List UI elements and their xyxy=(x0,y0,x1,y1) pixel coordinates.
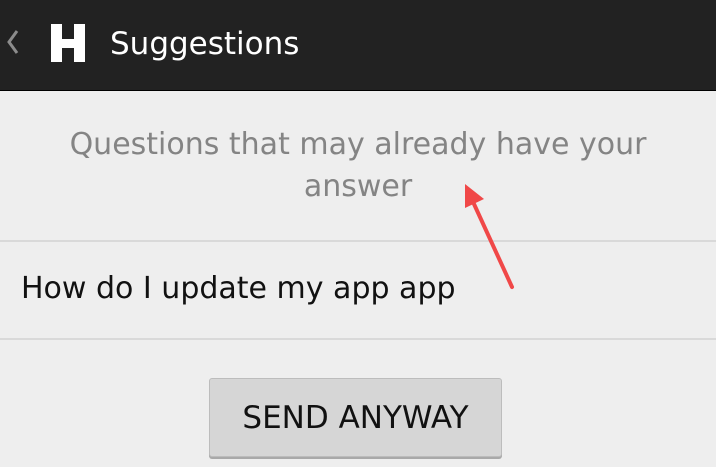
send-anyway-button[interactable]: SEND ANYWAY xyxy=(209,378,502,457)
action-bar: Suggestions xyxy=(0,0,716,91)
h-logo-icon xyxy=(51,24,85,62)
suggestion-question-text: How do I update my app app xyxy=(21,271,456,306)
suggestions-header: Questions that may already have your ans… xyxy=(69,127,647,204)
suggestions-screen: Suggestions Questions that may already h… xyxy=(0,0,716,467)
up-navigation-button[interactable] xyxy=(0,0,104,90)
divider xyxy=(0,338,716,340)
chevron-left-icon xyxy=(7,30,19,54)
suggestion-list-item[interactable]: How do I update my app app xyxy=(0,242,716,338)
page-title: Suggestions xyxy=(110,26,300,62)
